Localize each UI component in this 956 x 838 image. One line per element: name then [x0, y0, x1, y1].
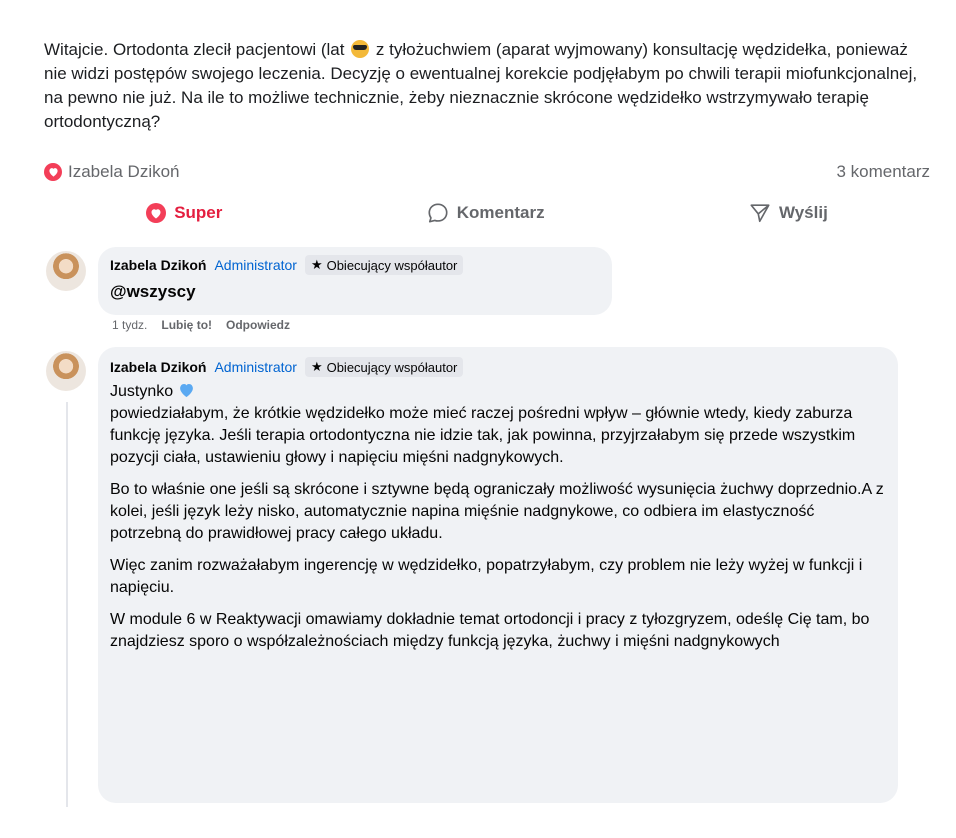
- thread-line: [66, 402, 68, 807]
- badge-label: Obiecujący współautor: [326, 257, 458, 273]
- avatar[interactable]: [46, 351, 86, 391]
- super-reaction-button[interactable]: Super: [146, 203, 222, 223]
- comment-header: Izabela Dzikoń Administrator ★ Obiecując…: [110, 357, 886, 377]
- comment-time[interactable]: 1 tydz.: [112, 318, 147, 332]
- comment-bubble: Izabela Dzikoń Administrator ★ Obiecując…: [98, 247, 612, 315]
- super-label: Super: [174, 203, 223, 222]
- comment-author[interactable]: Izabela Dzikoń: [110, 359, 206, 375]
- blue-heart-emoji-icon: [179, 383, 193, 398]
- heart-reaction-icon: [146, 203, 167, 223]
- post-stats: Izabela Dzikoń 3 komentarz: [44, 160, 930, 184]
- sunglasses-emoji-icon: [351, 40, 370, 58]
- reactor-name[interactable]: Izabela Dzikoń: [68, 162, 180, 182]
- comments-count[interactable]: 3 komentarz: [836, 162, 930, 182]
- comment-button[interactable]: Komentarz: [427, 202, 545, 224]
- comment-text: Justynko powiedziałabym, że krótkie wędz…: [110, 381, 886, 653]
- comment-bubble: Izabela Dzikoń Administrator ★ Obiecując…: [98, 347, 898, 803]
- send-button[interactable]: Wyślij: [749, 202, 828, 224]
- comment-bubble-icon: [428, 203, 448, 223]
- heart-reaction-icon: [44, 163, 62, 181]
- avatar[interactable]: [46, 251, 86, 291]
- reply-button[interactable]: Odpowiedz: [226, 318, 290, 332]
- post-text: Witajcie. Ortodonta zlecił pacjentowi (l…: [44, 38, 934, 134]
- post-actions: Super Komentarz Wyślij: [44, 196, 930, 230]
- comment-header: Izabela Dzikoń Administrator ★ Obiecując…: [110, 255, 600, 275]
- star-icon: ★: [310, 359, 323, 374]
- comment-paragraph: Bo to właśnie one jeśli są skrócone i sz…: [110, 481, 884, 542]
- comment-text: @wszyscy: [110, 282, 196, 301]
- contributor-badge[interactable]: ★ Obiecujący współautor: [304, 255, 464, 275]
- comment-meta: 1 tydz. Lubię to! Odpowiedz: [112, 318, 290, 332]
- star-icon: ★: [310, 257, 323, 272]
- comment-paragraph: Więc zanim rozważałabym ingerencję w węd…: [110, 557, 863, 596]
- send-label: Wyślij: [778, 203, 828, 222]
- comment-label: Komentarz: [456, 203, 545, 222]
- badge-label: Obiecujący współautor: [326, 359, 458, 375]
- comment-paragraph: W module 6 w Reaktywacji omawiamy dokład…: [110, 611, 870, 650]
- greeting-text: Justynko: [110, 383, 174, 400]
- send-icon: [750, 204, 770, 223]
- admin-role-label[interactable]: Administrator: [214, 257, 296, 273]
- admin-role-label[interactable]: Administrator: [214, 359, 296, 375]
- contributor-badge[interactable]: ★ Obiecujący współautor: [304, 357, 464, 377]
- comment-greeting: Justynko: [110, 381, 886, 403]
- comment-author[interactable]: Izabela Dzikoń: [110, 257, 206, 273]
- post-text-start: Witajcie. Ortodonta zlecił pacjentowi (l…: [44, 40, 345, 59]
- like-comment-button[interactable]: Lubię to!: [161, 318, 212, 332]
- comment-paragraph: powiedziałabym, że krótkie wędzidełko mo…: [110, 405, 856, 466]
- reactions-summary[interactable]: Izabela Dzikoń: [44, 162, 180, 182]
